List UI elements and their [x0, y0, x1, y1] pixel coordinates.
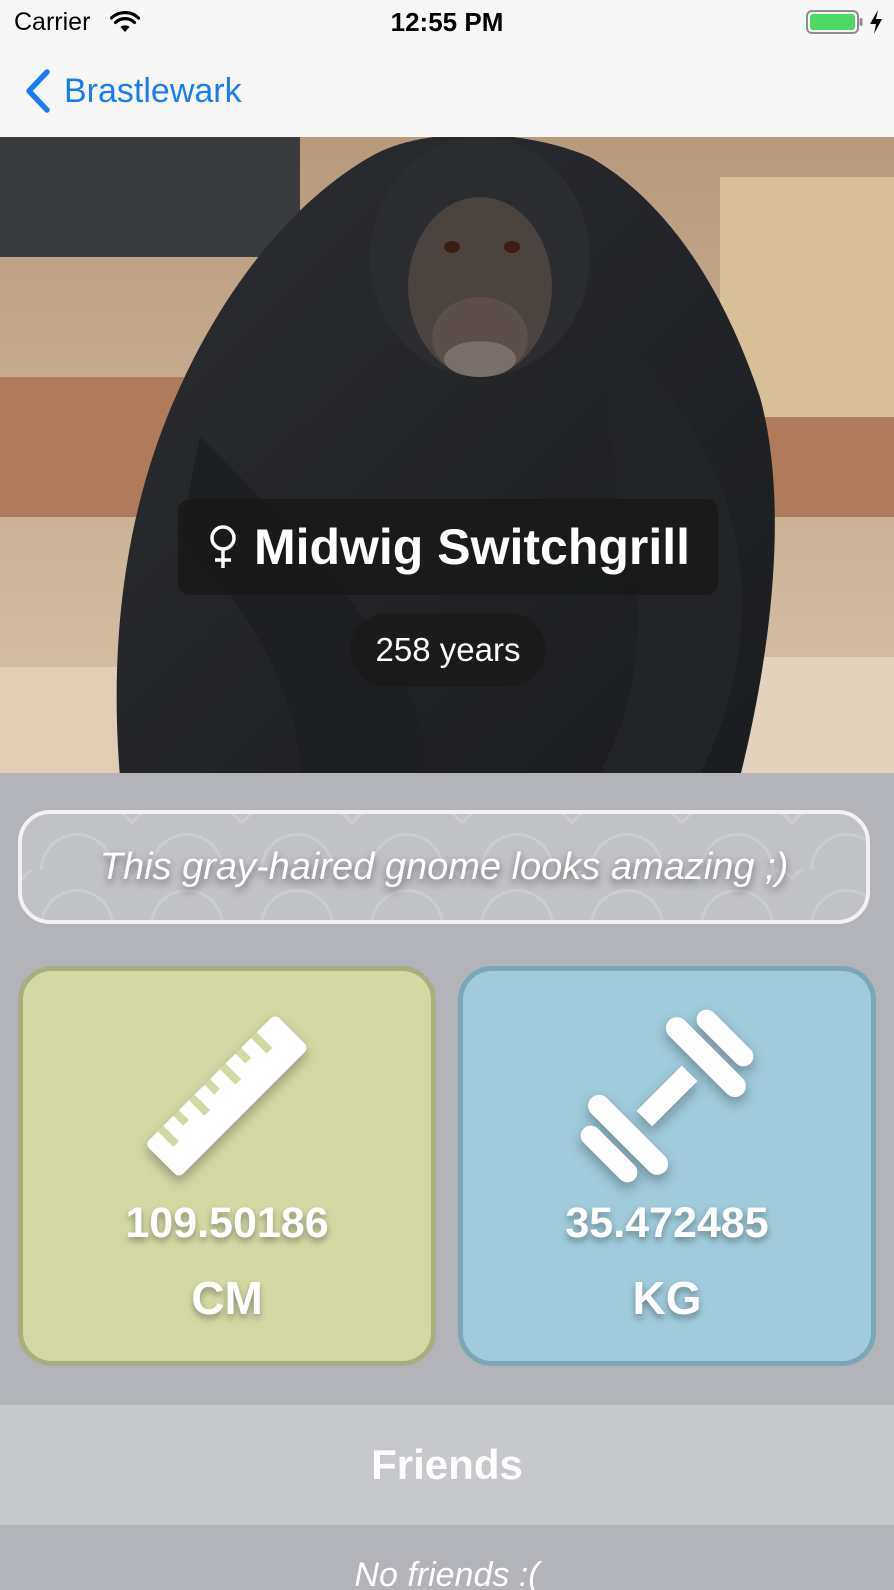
gnome-detail-screen: Carrier 12:55 PM Brastlewark Midwig Swit… — [0, 0, 894, 1590]
status-time: 12:55 PM — [390, 7, 504, 37]
ruler-icon — [147, 1016, 307, 1176]
back-button-label: Brastlewark — [64, 71, 242, 110]
chevron-left-icon — [26, 69, 50, 113]
description-box: This gray-haired gnome looks amazing ;) — [18, 810, 870, 924]
charging-icon — [870, 10, 882, 34]
friends-title: Friends — [371, 1441, 523, 1488]
friends-empty-message: No friends :( — [354, 1556, 540, 1590]
name-badge: Midwig Switchgrill — [178, 499, 718, 595]
friends-section-header: Friends — [0, 1405, 894, 1525]
age-badge: 258 years — [350, 613, 546, 687]
gnome-age: 258 years — [375, 631, 521, 668]
dumbbell-icon — [580, 1009, 754, 1183]
gnome-name: Midwig Switchgrill — [253, 519, 691, 575]
weight-card: 35.472485 KG — [458, 966, 876, 1366]
height-value: 109.50186 — [125, 1199, 329, 1247]
description-text: This gray-haired gnome looks amazing ;) — [99, 845, 789, 888]
height-unit: CM — [191, 1272, 263, 1324]
weight-value: 35.472485 — [565, 1199, 769, 1247]
back-button[interactable]: Brastlewark — [24, 65, 242, 117]
navigation-bar: Brastlewark — [0, 45, 894, 138]
female-symbol-icon — [210, 525, 236, 568]
battery-icon — [806, 10, 863, 34]
profile-hero: Midwig Switchgrill 258 years — [0, 137, 894, 773]
weight-unit: KG — [632, 1272, 702, 1324]
status-bar: Carrier 12:55 PM — [0, 0, 894, 45]
height-card: 109.50186 CM — [18, 966, 436, 1366]
